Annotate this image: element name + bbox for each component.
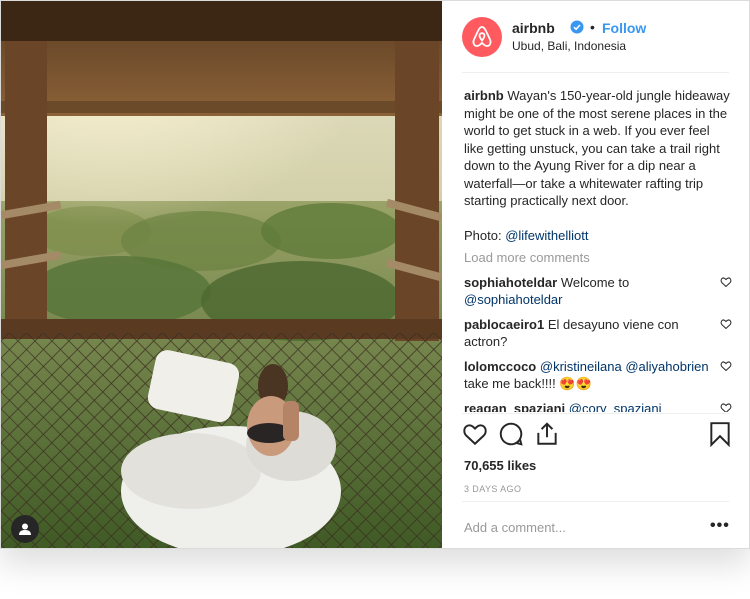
comment-item: lolomccoco @kristineilana @aliyahobrien … bbox=[464, 358, 732, 393]
heart-icon[interactable] bbox=[720, 318, 732, 330]
photo-credit: Photo: @lifewithelliott bbox=[464, 227, 732, 245]
user-icon bbox=[19, 523, 31, 535]
post-card: airbnb • Follow Ubud, Bali, Indonesia ai… bbox=[0, 0, 750, 549]
comment-text: Welcome to bbox=[560, 274, 630, 290]
post-details-panel: airbnb • Follow Ubud, Bali, Indonesia ai… bbox=[442, 1, 749, 548]
comment-text: take me back!!!! 😍😍 bbox=[464, 376, 592, 391]
comment-item: reagan_spaziani @cory_spaziani bbox=[464, 400, 732, 413]
airbnb-logo-icon bbox=[472, 26, 492, 47]
credit-prefix: Photo: bbox=[464, 227, 506, 243]
bookmark-icon[interactable] bbox=[709, 421, 731, 447]
heart-icon[interactable] bbox=[720, 276, 732, 288]
comment-item: sophiahoteldar Welcome to @sophiahotelda… bbox=[464, 274, 732, 309]
likes-count[interactable]: 70,655 likes bbox=[464, 458, 536, 473]
comment-author[interactable]: reagan_spaziani bbox=[464, 401, 565, 413]
heart-icon[interactable] bbox=[720, 402, 732, 413]
post-timestamp[interactable]: 3 DAYS AGO bbox=[464, 484, 521, 494]
comment-mention[interactable]: @aliyahobrien bbox=[625, 359, 708, 374]
verified-badge-icon bbox=[570, 20, 584, 34]
header-divider bbox=[462, 72, 729, 73]
comments-list[interactable]: airbnb Wayan's 150-year-old jungle hidea… bbox=[464, 87, 732, 412]
post-caption: airbnb Wayan's 150-year-old jungle hidea… bbox=[464, 87, 732, 210]
comment-icon[interactable] bbox=[498, 421, 524, 447]
comment-author[interactable]: lolomccoco bbox=[464, 359, 536, 374]
load-more-comments-button[interactable]: Load more comments bbox=[464, 249, 732, 267]
comment-mention[interactable]: @cory_spaziani bbox=[569, 401, 662, 413]
comment-author[interactable]: sophiahoteldar bbox=[464, 275, 557, 290]
add-comment-input[interactable]: Add a comment... bbox=[464, 520, 566, 535]
comment-mention[interactable]: @sophiahoteldar bbox=[464, 292, 562, 307]
more-options-button[interactable]: ••• bbox=[710, 517, 730, 535]
follow-button[interactable]: Follow bbox=[602, 20, 646, 36]
post-location[interactable]: Ubud, Bali, Indonesia bbox=[512, 39, 626, 53]
comment-item: pablocaeiro1 El desayuno viene con actro… bbox=[464, 316, 732, 351]
separator-dot: • bbox=[590, 19, 595, 35]
comment-author[interactable]: pablocaeiro1 bbox=[464, 317, 544, 332]
post-photo[interactable] bbox=[1, 1, 442, 548]
caption-text: Wayan's 150-year-old jungle hideaway mig… bbox=[464, 88, 730, 208]
treehouse-photo bbox=[1, 1, 442, 548]
tagged-user-badge[interactable] bbox=[11, 515, 39, 543]
heart-icon[interactable] bbox=[462, 421, 488, 447]
author-avatar[interactable] bbox=[462, 17, 502, 57]
heart-icon[interactable] bbox=[720, 360, 732, 372]
post-header: airbnb • Follow Ubud, Bali, Indonesia bbox=[442, 1, 749, 73]
comment-mention[interactable]: @kristineilana bbox=[540, 359, 622, 374]
credit-handle[interactable]: @lifewithelliott bbox=[505, 228, 588, 243]
action-bar bbox=[462, 421, 730, 449]
author-username[interactable]: airbnb bbox=[512, 20, 555, 36]
comments-divider bbox=[462, 413, 729, 414]
share-icon[interactable] bbox=[534, 421, 560, 447]
caption-author[interactable]: airbnb bbox=[464, 88, 504, 103]
add-comment-divider bbox=[462, 501, 729, 502]
